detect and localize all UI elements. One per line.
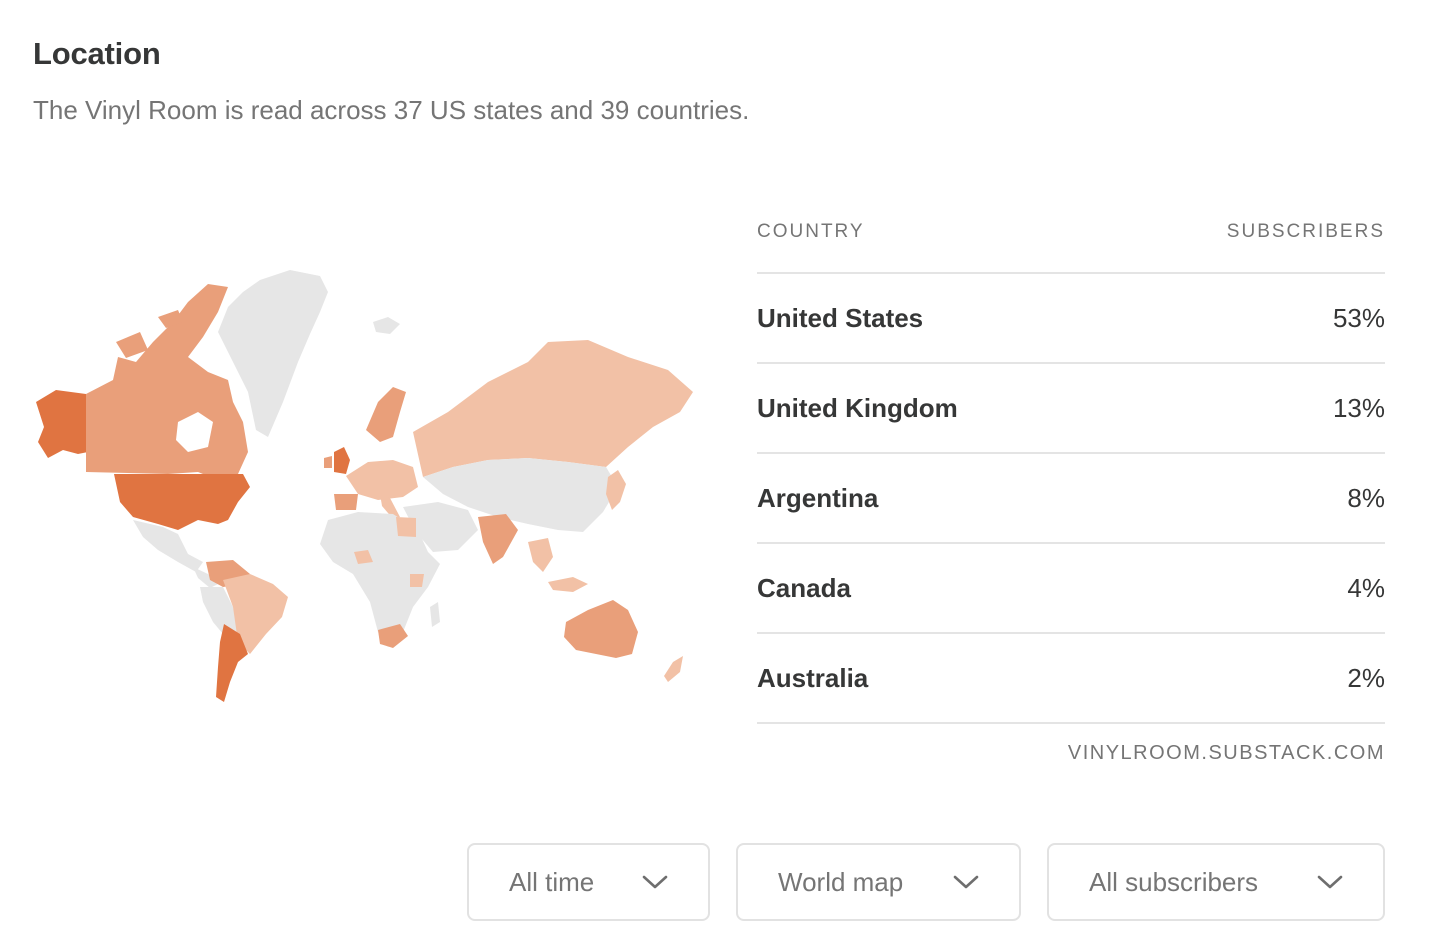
subscriber-filter-dropdown[interactable]: All subscribers <box>1047 843 1385 921</box>
map-egypt[interactable] <box>396 517 416 537</box>
map-india[interactable] <box>478 514 518 564</box>
country-name: Australia <box>757 662 869 693</box>
country-name: United States <box>757 302 924 333</box>
page-subtitle: The Vinyl Room is read across 37 US stat… <box>33 95 750 125</box>
table-row[interactable]: Canada 4% <box>757 544 1385 634</box>
table-row[interactable]: Australia 2% <box>757 634 1385 724</box>
chevron-down-icon <box>1317 875 1343 889</box>
column-header-country: COUNTRY <box>757 221 865 242</box>
map-kenya[interactable] <box>410 574 424 587</box>
time-range-dropdown[interactable]: All time <box>467 843 710 921</box>
country-table: COUNTRY SUBSCRIBERS United States 53% Un… <box>757 210 1385 724</box>
map-madagascar[interactable] <box>430 602 440 627</box>
dropdown-label: All subscribers <box>1089 866 1259 897</box>
table-row[interactable]: Argentina 8% <box>757 454 1385 544</box>
chevron-down-icon <box>642 875 668 889</box>
dropdown-label: World map <box>778 866 904 897</box>
map-iceland[interactable] <box>373 317 400 334</box>
chevron-down-icon <box>953 875 979 889</box>
table-row[interactable]: United States 53% <box>757 274 1385 364</box>
subscriber-share: 4% <box>1347 572 1385 603</box>
map-mexico[interactable] <box>133 520 203 572</box>
table-header: COUNTRY SUBSCRIBERS <box>757 210 1385 274</box>
map-indonesia[interactable] <box>548 577 588 592</box>
subscriber-share: 2% <box>1347 662 1385 693</box>
map-canada[interactable] <box>86 284 248 480</box>
subscriber-share: 8% <box>1347 482 1385 513</box>
map-view-dropdown[interactable]: World map <box>736 843 1021 921</box>
dropdown-label: All time <box>509 866 595 897</box>
world-map[interactable] <box>28 262 718 712</box>
map-ireland[interactable] <box>324 456 332 468</box>
country-name: Argentina <box>757 482 879 513</box>
map-uk[interactable] <box>334 447 350 474</box>
map-scandinavia[interactable] <box>366 387 406 442</box>
country-name: Canada <box>757 572 851 603</box>
map-se-asia[interactable] <box>528 538 553 572</box>
map-australia[interactable] <box>564 600 638 658</box>
source-url: VINYLROOM.SUBSTACK.COM <box>1067 742 1385 764</box>
subscriber-share: 13% <box>1332 392 1385 423</box>
page-title: Location <box>33 36 161 71</box>
table-row[interactable]: United Kingdom 13% <box>757 364 1385 454</box>
map-alaska[interactable] <box>36 390 88 458</box>
map-russia[interactable] <box>413 340 693 477</box>
map-new-zealand[interactable] <box>664 656 683 682</box>
column-header-subscribers: SUBSCRIBERS <box>1226 221 1385 242</box>
subscriber-share: 53% <box>1332 302 1385 333</box>
map-spain[interactable] <box>334 494 358 510</box>
country-name: United Kingdom <box>757 392 958 423</box>
